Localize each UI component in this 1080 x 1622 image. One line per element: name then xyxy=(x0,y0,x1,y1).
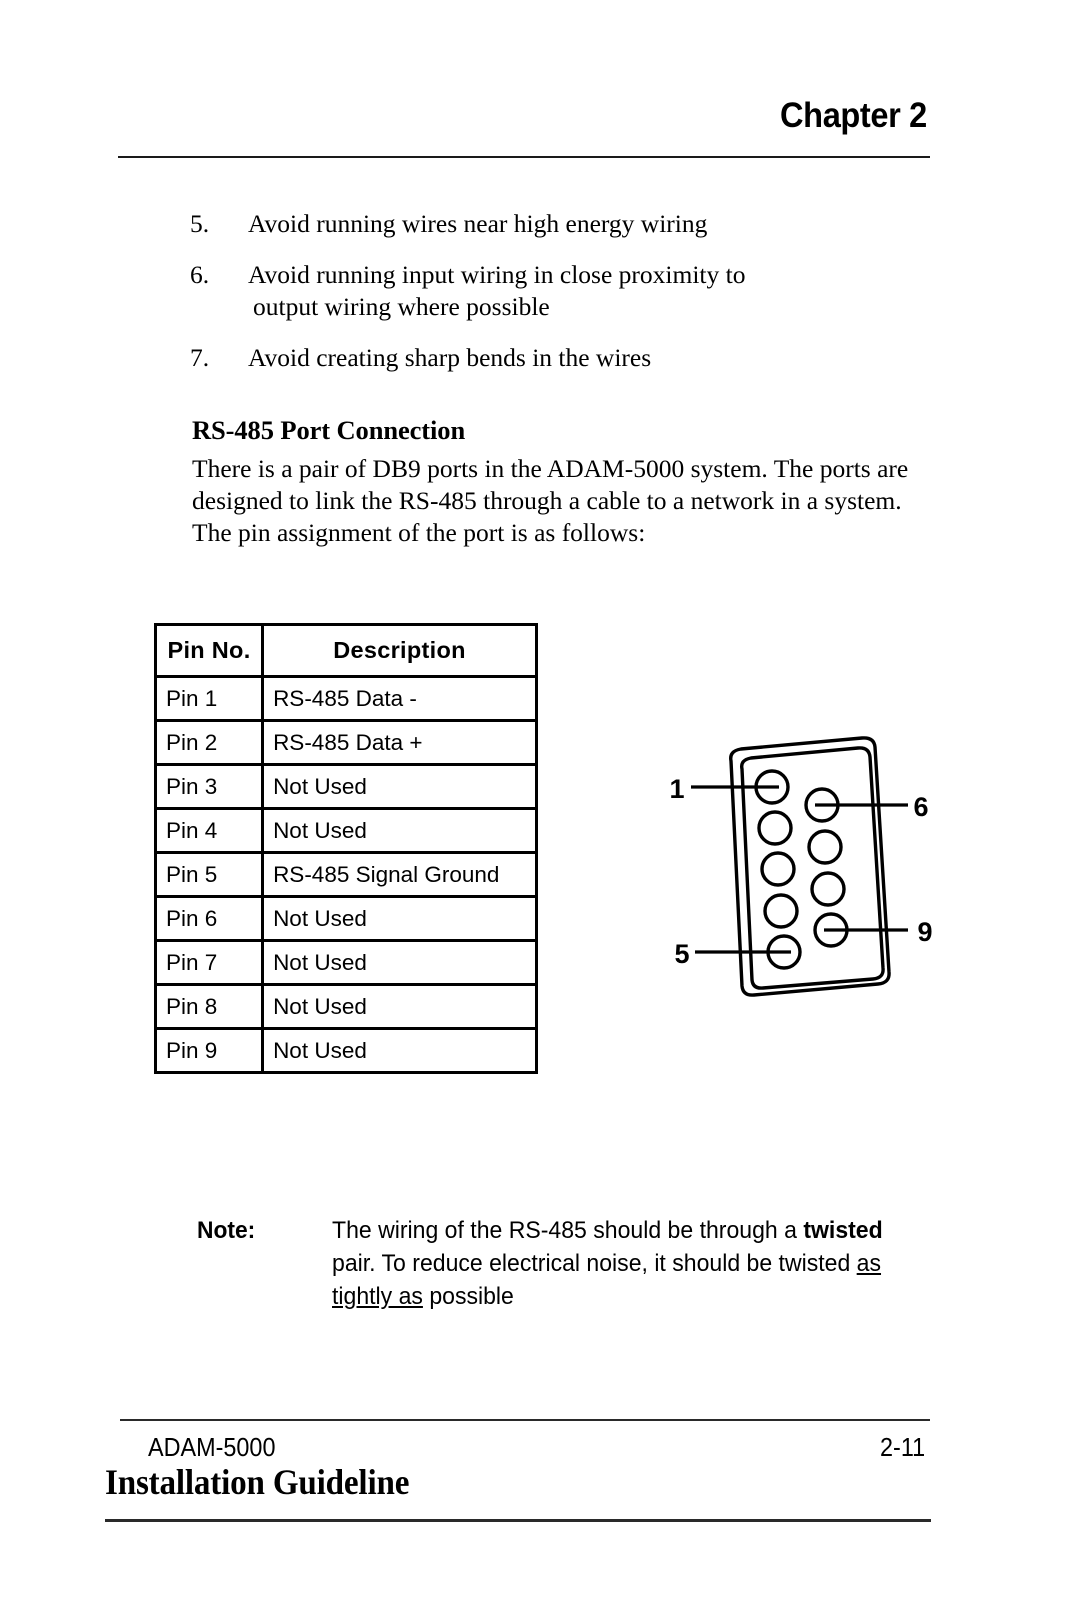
footer-divider-rule-bottom xyxy=(105,1519,931,1522)
table-cell-pin: Pin 7 xyxy=(153,939,265,986)
table-cell-description: Not Used xyxy=(261,895,538,942)
table-row: Pin 8 Not Used xyxy=(153,983,538,1030)
chapter-title: Chapter 2 xyxy=(780,96,927,135)
note-text-part2: pair. To reduce electrical noise, it sho… xyxy=(332,1250,857,1277)
table-cell-description: Not Used xyxy=(261,807,538,854)
table-row: Pin 9 Not Used xyxy=(153,1027,538,1074)
note-text-part3: possible xyxy=(422,1283,514,1310)
note-text-part1: The wiring of the RS-485 should be throu… xyxy=(332,1217,804,1244)
db9-label-5: 5 xyxy=(674,939,689,969)
section-heading-rs485-port-connection: RS-485 Port Connection xyxy=(192,415,466,445)
pin-hole-8 xyxy=(810,871,846,907)
table-cell-description: RS-485 Signal Ground xyxy=(261,851,538,898)
note-block: Note: The wiring of the RS-485 should be… xyxy=(197,1214,942,1313)
note-label: Note: xyxy=(197,1217,256,1244)
table-cell-description: RS-485 Data - xyxy=(261,675,538,722)
page-header: Chapter 2 xyxy=(0,96,1080,166)
pin-hole-4 xyxy=(763,893,799,929)
db9-label-1: 1 xyxy=(669,774,684,804)
connector-outer-shell xyxy=(729,736,891,997)
table-cell-description: Not Used xyxy=(261,1027,538,1074)
table-cell-description: Not Used xyxy=(261,983,538,1030)
section-paragraph: There is a pair of DB9 ports in the ADAM… xyxy=(192,454,909,547)
table-row: Pin 6 Not Used xyxy=(153,895,538,942)
note-text-bold-twisted: twisted xyxy=(803,1217,883,1244)
table-header-description: Description xyxy=(261,623,538,678)
table-cell-pin: Pin 8 xyxy=(153,983,265,1030)
list-item-text: Avoid running input wiring in close prox… xyxy=(248,259,950,323)
table-cell-pin: Pin 5 xyxy=(153,851,265,898)
footer-product-name: ADAM-5000 xyxy=(148,1432,276,1462)
table-cell-pin: Pin 3 xyxy=(153,763,265,810)
pin-hole-7 xyxy=(807,829,843,865)
pin-assignment-table: Pin No. Description Pin 1 RS-485 Data - … xyxy=(153,623,538,1074)
table-cell-description: Not Used xyxy=(261,939,538,986)
table-cell-pin: Pin 9 xyxy=(153,1027,265,1074)
db9-connector-diagram: 1 5 6 9 xyxy=(655,725,945,1015)
pin-hole-2 xyxy=(757,810,793,846)
footer-document-title: Installation Guideline xyxy=(105,1462,410,1502)
footer-page-number: 2-11 xyxy=(879,1432,925,1462)
table-cell-description: Not Used xyxy=(261,763,538,810)
list-item-text: Avoid running wires near high energy wir… xyxy=(248,209,708,238)
note-body: The wiring of the RS-485 should be throu… xyxy=(332,1214,918,1313)
pin-holes-right-column xyxy=(804,787,849,948)
numbered-instruction-list: 5. Avoid running wires near high energy … xyxy=(190,208,950,393)
list-item: 5. Avoid running wires near high energy … xyxy=(190,208,950,240)
table-row: Pin 1 RS-485 Data - xyxy=(153,675,538,722)
table-row: Pin 4 Not Used xyxy=(153,807,538,854)
table-row: Pin 5 RS-485 Signal Ground xyxy=(153,851,538,898)
table-cell-pin: Pin 4 xyxy=(153,807,265,854)
list-item-number: 6. xyxy=(190,260,210,289)
header-divider-rule xyxy=(118,156,930,158)
pin-holes-left-column xyxy=(754,769,802,970)
table-cell-pin: Pin 6 xyxy=(153,895,265,942)
document-page: Chapter 2 5. Avoid running wires near hi… xyxy=(0,0,1080,1622)
table-header-row: Pin No. Description xyxy=(153,623,538,678)
table-row: Pin 3 Not Used xyxy=(153,763,538,810)
table-cell-description: RS-485 Data + xyxy=(261,719,538,766)
list-item-number: 5. xyxy=(190,209,210,238)
pin-hole-3 xyxy=(760,851,796,887)
db9-label-6: 6 xyxy=(913,792,928,822)
db9-label-9: 9 xyxy=(917,917,932,947)
table-row: Pin 7 Not Used xyxy=(153,939,538,986)
table-cell-pin: Pin 1 xyxy=(153,675,265,722)
table-row: Pin 2 RS-485 Data + xyxy=(153,719,538,766)
list-item-text-line1: Avoid running input wiring in close prox… xyxy=(248,260,746,289)
list-item: 6. Avoid running input wiring in close p… xyxy=(190,259,950,323)
list-item: 7. Avoid creating sharp bends in the wir… xyxy=(190,342,950,374)
list-item-text: Avoid creating sharp bends in the wires xyxy=(248,343,652,372)
list-item-number: 7. xyxy=(190,343,210,372)
table-cell-pin: Pin 2 xyxy=(153,719,265,766)
list-item-text-line2: output wiring where possible xyxy=(253,292,550,321)
table-header-pin-no: Pin No. xyxy=(153,623,265,678)
footer-divider-rule-top xyxy=(120,1419,930,1421)
